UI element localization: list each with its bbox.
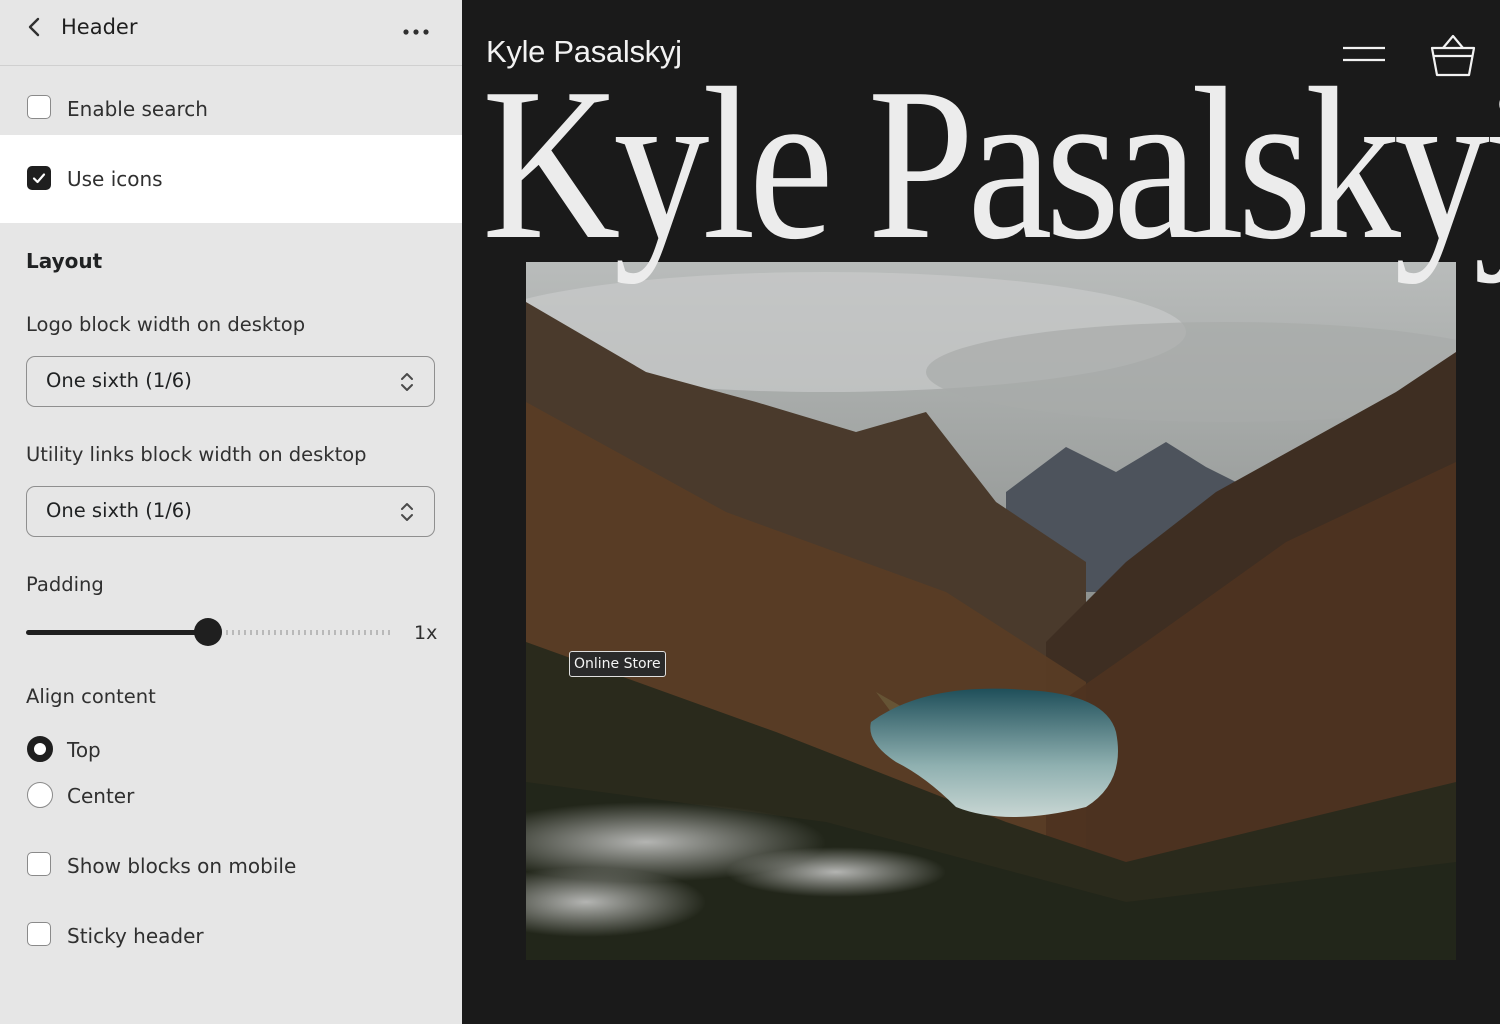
enable-search-row[interactable]: Enable search xyxy=(0,66,462,134)
use-icons-row[interactable]: Use icons xyxy=(0,135,462,223)
hero-brand-title: Kyle Pasalskyj xyxy=(482,44,1500,285)
utility-width-label: Utility links block width on desktop xyxy=(26,443,367,466)
logo-width-value: One sixth (1/6) xyxy=(46,369,192,392)
chevron-left-icon[interactable] xyxy=(24,16,44,38)
sticky-header-label: Sticky header xyxy=(67,924,204,948)
padding-slider-track[interactable] xyxy=(208,630,391,635)
align-top-radio[interactable] xyxy=(27,736,53,762)
padding-slider-thumb[interactable] xyxy=(194,618,222,646)
store-preview: Kyle Pasalskyj Kyle Pasalskyj Online Sto… xyxy=(462,0,1500,1024)
sticky-header-checkbox[interactable] xyxy=(27,922,51,946)
enable-search-checkbox[interactable] xyxy=(27,95,51,119)
show-blocks-mobile-checkbox[interactable] xyxy=(27,852,51,876)
use-icons-label: Use icons xyxy=(67,167,163,191)
more-horizontal-icon[interactable] xyxy=(402,22,430,35)
align-content-label: Align content xyxy=(26,685,156,708)
online-store-tooltip: Online Store xyxy=(569,651,666,677)
show-blocks-mobile-label: Show blocks on mobile xyxy=(67,854,297,878)
utility-width-select[interactable]: One sixth (1/6) xyxy=(26,486,435,537)
panel-title: Header xyxy=(61,15,138,39)
enable-search-label: Enable search xyxy=(67,97,208,121)
use-icons-checkbox[interactable] xyxy=(27,166,51,190)
logo-width-select[interactable]: One sixth (1/6) xyxy=(26,356,435,407)
logo-width-label: Logo block width on desktop xyxy=(26,313,306,336)
select-chevron-icon xyxy=(401,373,413,391)
padding-label: Padding xyxy=(26,573,104,596)
settings-panel: Header Enable search Use icons Layout Lo… xyxy=(0,0,462,1024)
checkmark-icon xyxy=(32,173,46,184)
align-center-label[interactable]: Center xyxy=(67,783,134,809)
layout-section-title: Layout xyxy=(26,249,103,273)
align-center-radio[interactable] xyxy=(27,782,53,808)
align-top-label[interactable]: Top xyxy=(67,737,101,763)
padding-value: 1x xyxy=(414,622,438,644)
panel-header: Header xyxy=(0,0,462,66)
utility-width-value: One sixth (1/6) xyxy=(46,499,192,522)
hero-image xyxy=(526,262,1456,960)
padding-slider-fill[interactable] xyxy=(26,630,208,635)
select-chevron-icon xyxy=(401,503,413,521)
